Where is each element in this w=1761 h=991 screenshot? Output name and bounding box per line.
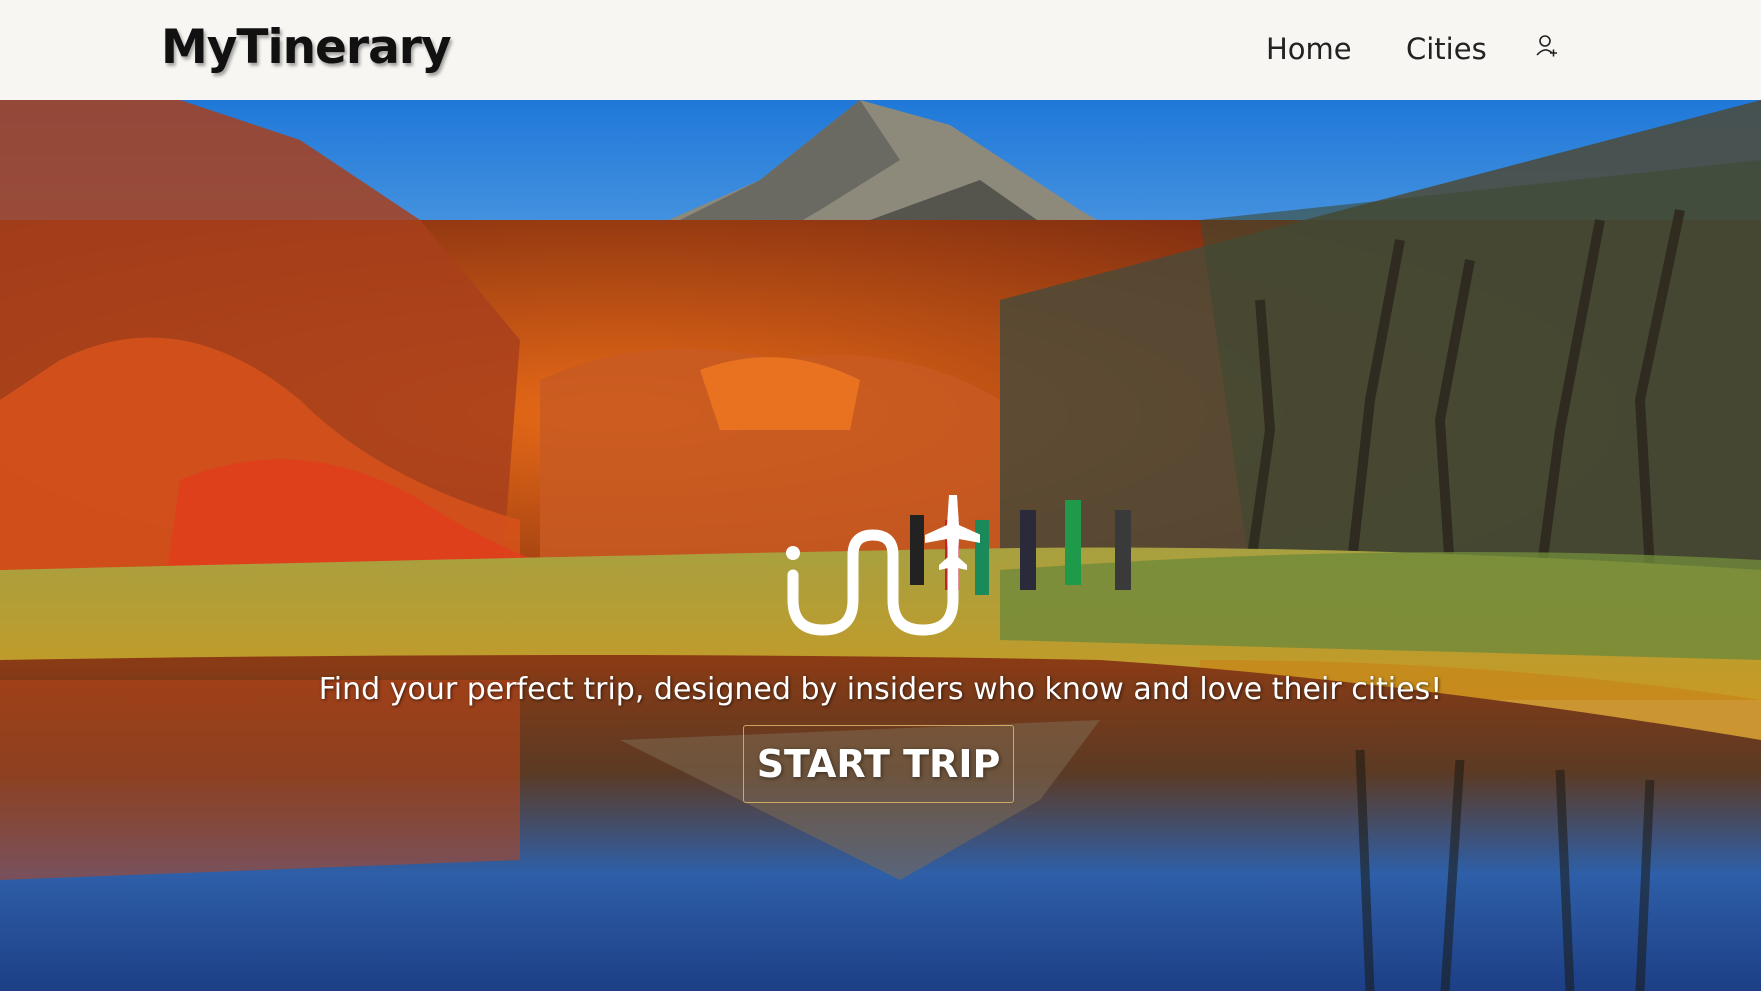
hero-tagline: Find your perfect trip, designed by insi…	[318, 672, 1443, 707]
hero-section: Find your perfect trip, designed by insi…	[0, 100, 1761, 991]
nav-cities-link[interactable]: Cities	[1406, 32, 1487, 66]
brand-logo[interactable]: MyTinerary	[161, 20, 452, 75]
start-trip-button[interactable]: START TRIP	[743, 725, 1014, 803]
route-plane-logo-icon	[786, 495, 980, 636]
header: MyTinerary Home Cities	[0, 0, 1761, 100]
user-add-icon[interactable]	[1536, 34, 1558, 58]
nav-home-link[interactable]: Home	[1266, 32, 1352, 66]
